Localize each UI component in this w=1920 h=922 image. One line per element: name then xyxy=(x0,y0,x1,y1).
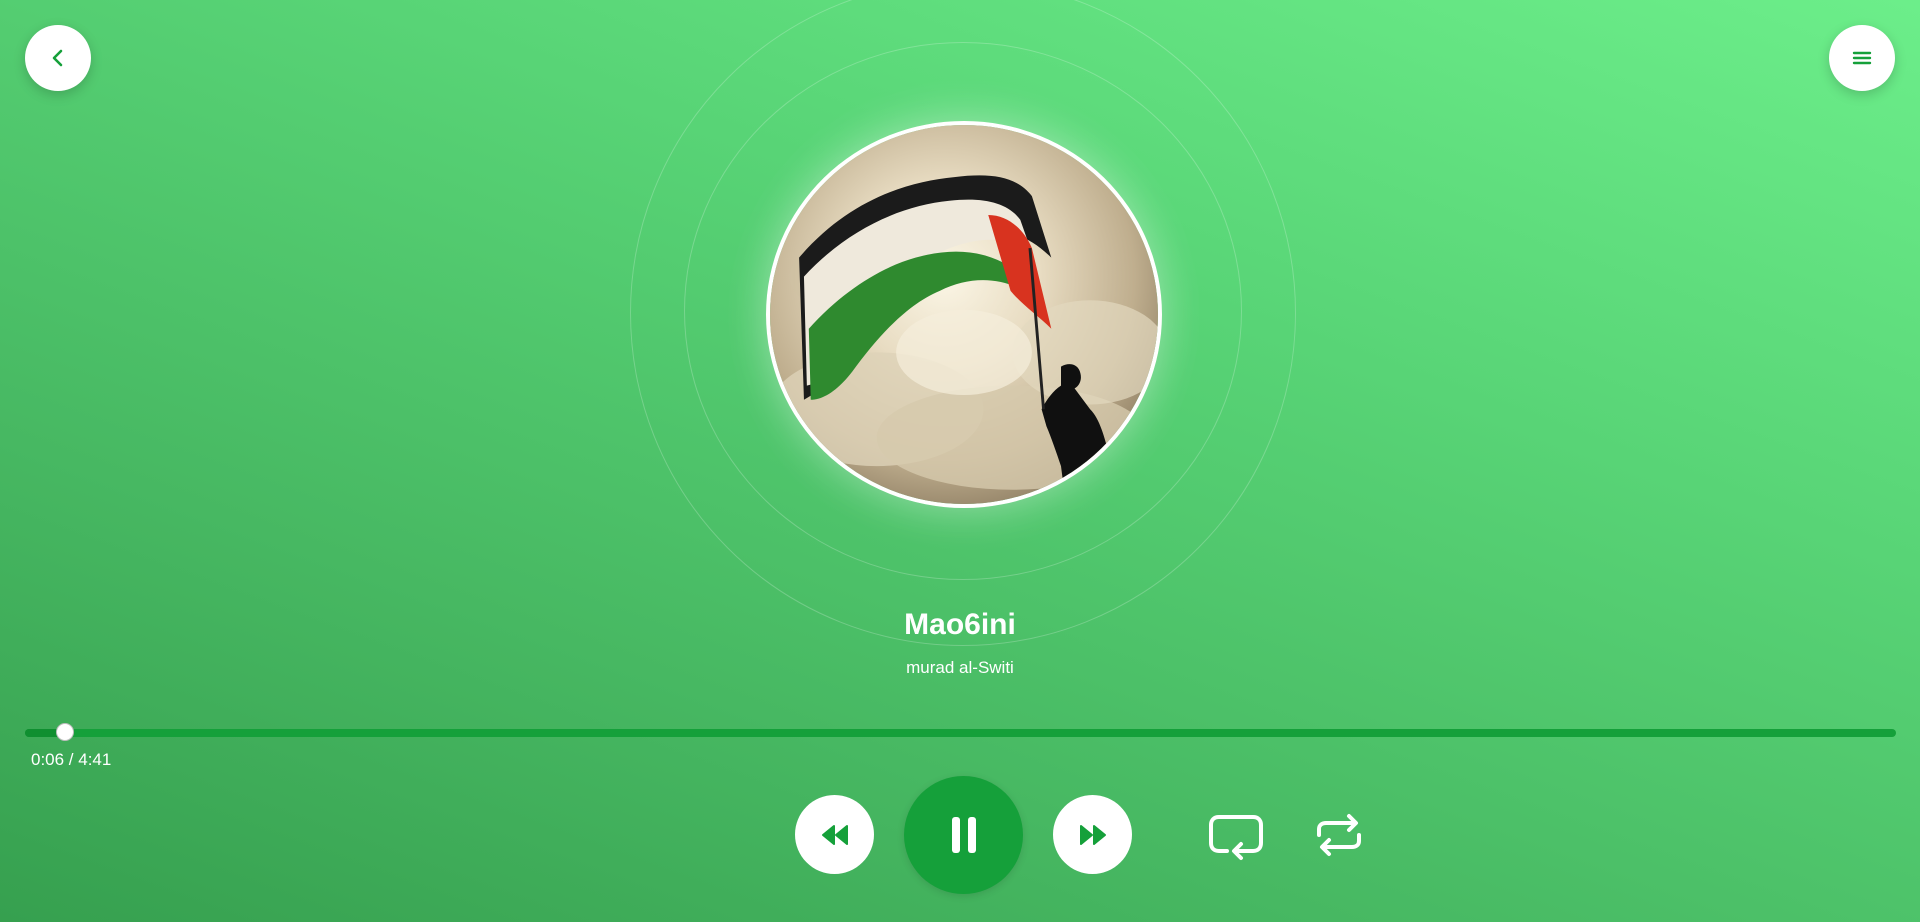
rewind-button[interactable] xyxy=(795,795,874,874)
track-title: Mao6ini xyxy=(904,608,1016,641)
rewind-icon xyxy=(821,824,848,845)
repeat-one-icon xyxy=(1209,815,1263,860)
hamburger-menu-icon xyxy=(1852,51,1872,65)
menu-button[interactable] xyxy=(1829,25,1895,91)
back-button[interactable] xyxy=(25,25,91,91)
pause-button[interactable] xyxy=(904,776,1023,894)
repeat-icon xyxy=(1317,814,1361,856)
progress-bar[interactable] xyxy=(25,723,1896,741)
progress-thumb[interactable] xyxy=(55,723,74,741)
fast-forward-icon xyxy=(1079,824,1106,845)
album-artwork-image xyxy=(770,125,1158,504)
chevron-left-icon xyxy=(52,49,63,67)
track-artist: murad al-Switi xyxy=(906,658,1014,677)
pause-icon xyxy=(951,817,976,853)
time-label: 0:06 / 4:41 xyxy=(31,750,112,769)
repeat-button[interactable] xyxy=(1312,810,1366,860)
repeat-one-button[interactable] xyxy=(1206,810,1266,864)
album-artwork xyxy=(766,121,1162,508)
fast-forward-button[interactable] xyxy=(1053,795,1132,874)
